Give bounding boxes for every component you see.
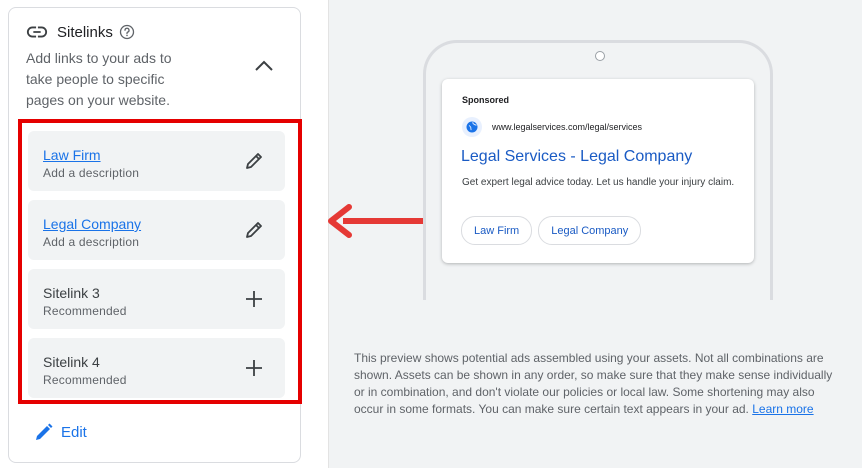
sitelink-title[interactable]: Legal Company — [43, 216, 141, 232]
sitelink-title: Sitelink 3 — [43, 285, 100, 301]
sponsored-label: Sponsored — [462, 95, 510, 105]
phone-camera — [595, 51, 605, 61]
sitelink-description: Add a description — [43, 166, 140, 180]
section-title: Sitelinks — [57, 23, 113, 41]
pencil-icon — [246, 222, 262, 238]
help-icon[interactable] — [119, 24, 135, 40]
collapse-button[interactable] — [250, 52, 278, 80]
plus-icon — [246, 291, 262, 307]
globe-icon — [462, 117, 482, 137]
plus-icon — [246, 360, 262, 376]
title-row: Sitelinks — [26, 22, 291, 42]
url-row: www.legalservices.com/legal/services — [462, 117, 642, 137]
sitelink-title[interactable]: Law Firm — [43, 147, 101, 163]
edit-label: Edit — [61, 423, 87, 441]
chevron-up-icon — [255, 60, 273, 71]
ad-headline[interactable]: Legal Services - Legal Company — [461, 148, 692, 166]
sitelink-chip[interactable]: Legal Company — [538, 216, 642, 245]
sitelink-item-4[interactable]: Sitelink 4 Recommended — [28, 338, 285, 398]
learn-more-link[interactable]: Learn more — [752, 402, 813, 416]
edit-sitelink-button[interactable] — [241, 217, 267, 243]
sitelink-title: Sitelink 4 — [43, 354, 100, 370]
section-subtitle: Add links to your ads to take people to … — [26, 50, 172, 108]
add-sitelink-button[interactable] — [241, 355, 267, 381]
arrow-left-icon — [328, 204, 423, 238]
sitelink-item-law-firm[interactable]: Law Firm Add a description — [28, 131, 285, 191]
pencil-icon — [246, 153, 262, 169]
pencil-icon — [36, 423, 53, 440]
preview-disclaimer: This preview shows potential ads assembl… — [354, 350, 834, 418]
edit-sitelink-button[interactable] — [241, 148, 267, 174]
add-sitelink-button[interactable] — [241, 286, 267, 312]
link-icon — [26, 26, 48, 38]
sitelink-description: Recommended — [43, 373, 127, 387]
ad-preview-card: Sponsored www.legalservices.com/legal/se… — [442, 79, 754, 263]
left-pane: Sitelinks Add links to your ads to take … — [0, 0, 328, 468]
ad-url: www.legalservices.com/legal/services — [492, 122, 643, 132]
sitelink-chip[interactable]: Law Firm — [461, 216, 533, 245]
ad-description: Get expert legal advice today. Let us ha… — [462, 177, 735, 188]
sitelink-chips: Law Firm Legal Company — [461, 216, 647, 245]
sitelink-item-legal-company[interactable]: Legal Company Add a description — [28, 200, 285, 260]
sitelink-item-3[interactable]: Sitelink 3 Recommended — [28, 269, 285, 329]
sitelink-description: Add a description — [43, 235, 140, 249]
sitelink-description: Recommended — [43, 304, 127, 318]
edit-button[interactable]: Edit — [34, 422, 87, 442]
